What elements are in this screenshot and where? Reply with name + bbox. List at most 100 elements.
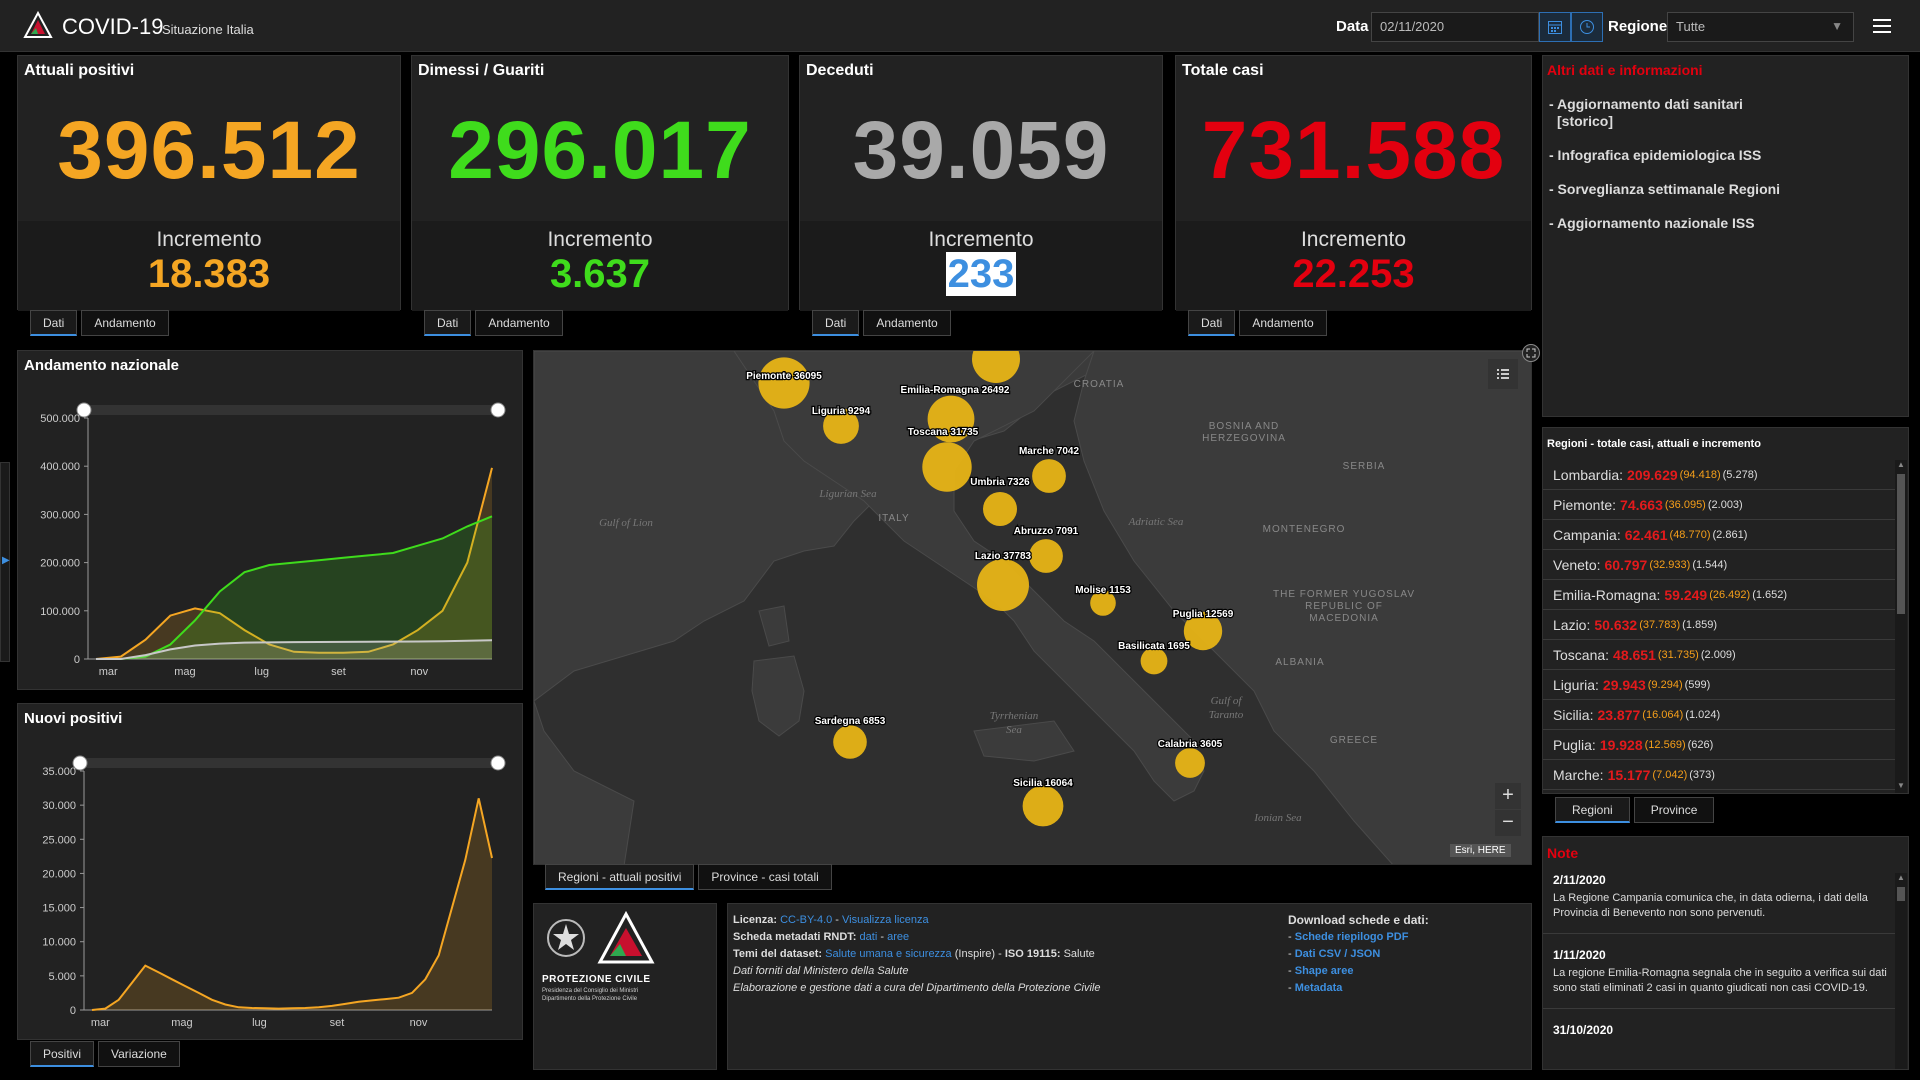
info-link-aggiornamento[interactable]: - Aggiornamento dati sanitari — [1549, 96, 1743, 113]
info-title: Altri dati e informazioni — [1547, 62, 1703, 78]
notes-panel: Note 2/11/2020 La Regione Campania comun… — [1542, 836, 1909, 1070]
range-slider-track[interactable] — [78, 405, 504, 415]
region-row[interactable]: Lombardia: 209.629 (94.418) (5.278) — [1543, 460, 1895, 490]
zoom-in-button[interactable]: + — [1495, 783, 1521, 809]
region-bubble-label: Marche 7042 — [1019, 446, 1079, 457]
region-bubble[interactable] — [1029, 539, 1063, 573]
scroll-up-icon[interactable]: ▲ — [1895, 460, 1907, 472]
region-name: Emilia-Romagna: — [1553, 586, 1661, 603]
download-shape-link[interactable]: Shape aree — [1295, 965, 1354, 977]
map-canvas[interactable]: CROATIA BOSNIA ANDHERZEGOVINA SERBIA MONTEN… — [534, 351, 1532, 865]
tab-andamento[interactable]: Andamento — [475, 310, 563, 336]
notes-scroll-thumb[interactable] — [1897, 887, 1905, 901]
legend-button[interactable] — [1488, 359, 1518, 389]
region-row[interactable]: Toscana: 48.651 (31.735) (2.009) — [1543, 640, 1895, 670]
tab-dati[interactable]: Dati — [30, 310, 78, 336]
regions-tabs: Regioni Province — [1555, 797, 1715, 823]
region-bubble[interactable] — [977, 559, 1029, 611]
date-input[interactable]: 02/11/2020 — [1371, 12, 1539, 42]
protezione-civile-emblem-icon — [597, 910, 655, 964]
region-row[interactable]: Marche: 15.177 (7.042) (373) — [1543, 760, 1895, 790]
view-license-link[interactable]: Visualizza licenza — [842, 914, 929, 926]
y-tick-label: 35.000 — [42, 766, 76, 778]
region-bubble[interactable] — [1032, 459, 1066, 493]
region-bubble[interactable] — [922, 442, 972, 492]
info-link-sorveglianza[interactable]: - Sorveglianza settimanale Regioni — [1549, 181, 1780, 198]
region-row[interactable]: Sicilia: 23.877 (16.064) (1.024) — [1543, 700, 1895, 730]
range-slider-track[interactable] — [74, 758, 504, 768]
note-date: 1/11/2020 — [1553, 948, 1606, 962]
region-row[interactable]: Lazio: 50.632 (37.783) (1.859) — [1543, 610, 1895, 640]
tab-province[interactable]: Province — [1633, 797, 1715, 823]
region-row[interactable]: Puglia: 19.928 (12.569) (626) — [1543, 730, 1895, 760]
license-link[interactable]: CC-BY-4.0 — [780, 914, 832, 926]
map-attribution[interactable]: Esri, HERE — [1450, 844, 1511, 857]
time-button[interactable] — [1571, 12, 1603, 42]
notes-title: Note — [1547, 845, 1579, 861]
download-metadata-link[interactable]: Metadata — [1295, 982, 1343, 994]
logo-text-sub2: Dipartimento della Protezione Civile — [542, 996, 638, 1002]
tab-province-casi[interactable]: Province - casi totali — [698, 864, 832, 890]
calendar-icon — [1548, 21, 1562, 34]
x-tick-label: nov — [410, 666, 428, 678]
download-csv-link[interactable]: Dati CSV / JSON — [1295, 948, 1381, 960]
map-sea-label: Ionian Sea — [1253, 812, 1302, 824]
tab-andamento[interactable]: Andamento — [81, 310, 169, 336]
regions-list[interactable]: Lombardia: 209.629 (94.418) (5.278) Piem… — [1543, 460, 1895, 793]
range-slider-handle-end[interactable] — [490, 755, 506, 771]
scroll-down-icon[interactable]: ▼ — [1895, 781, 1907, 793]
themes-link[interactable]: Salute umana e sicurezza — [825, 948, 952, 960]
tab-variazione[interactable]: Variazione — [98, 1041, 180, 1067]
map-sea-label: Taranto — [1209, 709, 1244, 721]
y-tick-label: 400.000 — [40, 461, 80, 473]
regions-scrollbar[interactable]: ▲ ▼ — [1895, 460, 1907, 793]
scroll-up-icon[interactable]: ▲ — [1895, 873, 1907, 885]
region-select[interactable]: Tutte ▼ — [1667, 12, 1854, 42]
andamento-chart[interactable]: 500.000 400.000 300.000 200.000 100.000 0 mar m… — [18, 351, 524, 691]
tab-regioni[interactable]: Regioni — [1555, 797, 1630, 823]
regions-scroll-thumb[interactable] — [1897, 474, 1905, 614]
region-bubble[interactable] — [1175, 748, 1205, 778]
region-bubble[interactable] — [1022, 785, 1064, 827]
list-icon — [1497, 369, 1509, 379]
info-link-iss[interactable]: - Aggiornamento nazionale ISS — [1549, 215, 1755, 232]
region-row[interactable]: Piemonte: 74.663 (36.095) (2.003) — [1543, 490, 1895, 520]
map-view[interactable]: CROATIA BOSNIA AND HERZEGOVINA SERBIA MONTEN… — [533, 350, 1532, 865]
tab-regioni-attuali[interactable]: Regioni - attuali positivi — [545, 864, 695, 890]
region-bubble[interactable] — [758, 357, 810, 409]
info-link-storico[interactable]: [storico] — [1557, 113, 1613, 130]
tab-dati[interactable]: Dati — [812, 310, 860, 336]
menu-button[interactable] — [1870, 14, 1894, 38]
region-bubble[interactable] — [983, 492, 1017, 526]
tab-positivi[interactable]: Positivi — [30, 1041, 95, 1067]
range-slider-handle-end[interactable] — [490, 402, 506, 418]
notes-scrollbar[interactable]: ▲ — [1895, 873, 1907, 1069]
metadata-data-link[interactable]: dati — [860, 931, 878, 943]
notes-list[interactable]: 2/11/2020 La Regione Campania comunica c… — [1543, 873, 1895, 1069]
region-row[interactable]: Emilia-Romagna: 59.249 (26.492) (1.652) — [1543, 580, 1895, 610]
side-panel-toggle[interactable]: ▶ — [0, 462, 10, 662]
calendar-button[interactable] — [1539, 12, 1571, 42]
region-bubble[interactable] — [833, 725, 867, 759]
download-pdf-link[interactable]: Schede riepilogo PDF — [1295, 931, 1409, 943]
metadata-areas-link[interactable]: aree — [887, 931, 909, 943]
tab-dati[interactable]: Dati — [424, 310, 472, 336]
region-row[interactable]: Liguria: 29.943 (9.294) (599) — [1543, 670, 1895, 700]
kpi-card-tabs-attuali-positivi: Dati Andamento — [30, 310, 169, 336]
tab-dati[interactable]: Dati — [1188, 310, 1236, 336]
x-tick-label: mar — [99, 666, 118, 678]
region-total: 29.943 — [1602, 676, 1646, 693]
region-total: 50.632 — [1594, 616, 1638, 633]
tab-andamento[interactable]: Andamento — [863, 310, 951, 336]
note-text: La regione Emilia-Romagna segnala che in… — [1553, 967, 1887, 994]
kpi-card-title: Attuali positivi — [24, 62, 135, 79]
nuovi-chart[interactable]: 35.000 30.000 25.000 20.000 15.000 10.000 5.00… — [18, 704, 524, 1041]
tab-andamento[interactable]: Andamento — [1239, 310, 1327, 336]
region-row[interactable]: Campania: 62.461 (48.770) (2.861) — [1543, 520, 1895, 550]
zoom-out-button[interactable]: − — [1495, 810, 1521, 836]
region-row[interactable]: Veneto: 60.797 (32.933) (1.544) — [1543, 550, 1895, 580]
fullscreen-button[interactable] — [1522, 344, 1540, 362]
chevron-down-icon: ▼ — [1831, 19, 1843, 33]
iso-label: ISO 19115: — [1004, 948, 1061, 960]
info-link-infografica[interactable]: - Infografica epidemiologica ISS — [1549, 147, 1761, 164]
